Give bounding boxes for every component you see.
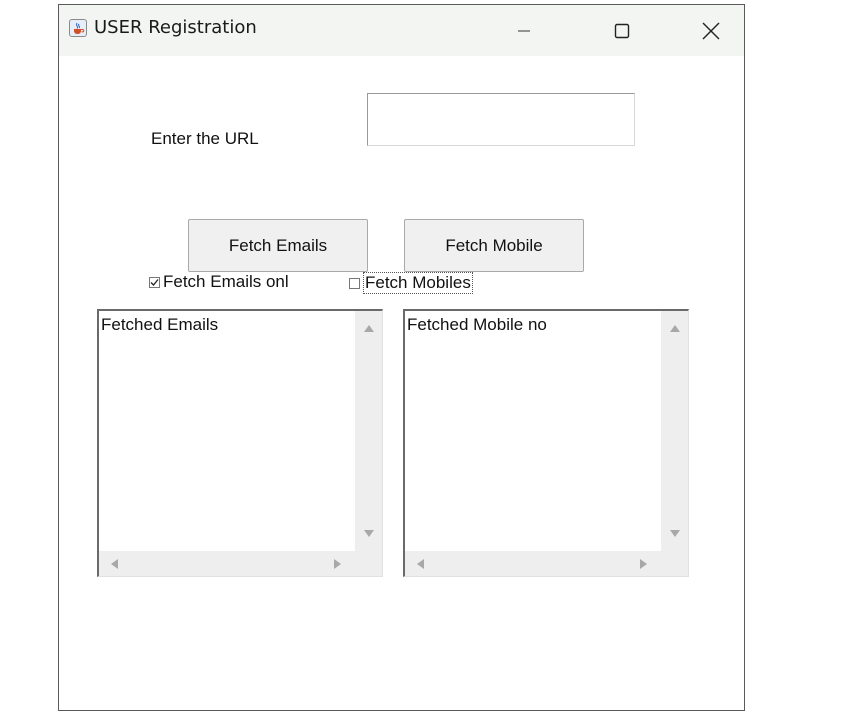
url-label: Enter the URL	[151, 129, 259, 148]
window-title: USER Registration	[94, 17, 257, 38]
close-icon	[702, 22, 720, 39]
fetched-emails-textarea[interactable]: Fetched Emails	[97, 309, 383, 577]
scrollbar-corner	[355, 551, 382, 576]
maximize-button[interactable]	[599, 5, 645, 56]
horizontal-scrollbar[interactable]	[99, 551, 355, 576]
close-button[interactable]	[688, 5, 734, 56]
fetched-mobile-textarea[interactable]: Fetched Mobile no	[403, 309, 689, 577]
scrollbar-corner	[661, 551, 688, 576]
fetch-mobiles-label: Fetch Mobiles	[363, 272, 473, 294]
fetch-emails-button[interactable]: Fetch Emails	[188, 219, 368, 272]
vertical-scrollbar[interactable]	[355, 311, 382, 551]
scroll-up-arrow-icon[interactable]	[364, 325, 374, 332]
scroll-down-arrow-icon[interactable]	[364, 530, 374, 537]
title-bar[interactable]: USER Registration	[59, 5, 744, 56]
scroll-right-arrow-icon[interactable]	[334, 559, 341, 569]
fetch-mobile-button[interactable]: Fetch Mobile	[404, 219, 584, 272]
scroll-left-arrow-icon[interactable]	[417, 559, 424, 569]
checkbox-checked-icon[interactable]	[149, 276, 160, 288]
url-input[interactable]	[367, 93, 635, 146]
maximize-icon	[614, 23, 630, 38]
vertical-scrollbar[interactable]	[661, 311, 688, 551]
scroll-up-arrow-icon[interactable]	[670, 325, 680, 332]
fetch-emails-only-label: Fetch Emails onl	[163, 272, 289, 291]
fetched-emails-text: Fetched Emails	[101, 315, 219, 334]
fetch-emails-only-checkbox[interactable]: Fetch Emails onl	[149, 272, 345, 292]
checkbox-unchecked-icon[interactable]	[349, 277, 360, 289]
scroll-left-arrow-icon[interactable]	[111, 559, 118, 569]
horizontal-scrollbar[interactable]	[405, 551, 661, 576]
scroll-right-arrow-icon[interactable]	[640, 559, 647, 569]
fetch-mobiles-checkbox[interactable]: Fetch Mobiles	[349, 272, 473, 294]
minimize-button[interactable]	[501, 5, 547, 56]
minimize-icon	[518, 30, 530, 31]
java-cup-icon[interactable]	[69, 19, 87, 37]
fetched-mobile-text: Fetched Mobile no	[407, 315, 547, 334]
scroll-down-arrow-icon[interactable]	[670, 530, 680, 537]
app-window: USER Registration Enter the URL Fetch Em…	[58, 4, 745, 711]
